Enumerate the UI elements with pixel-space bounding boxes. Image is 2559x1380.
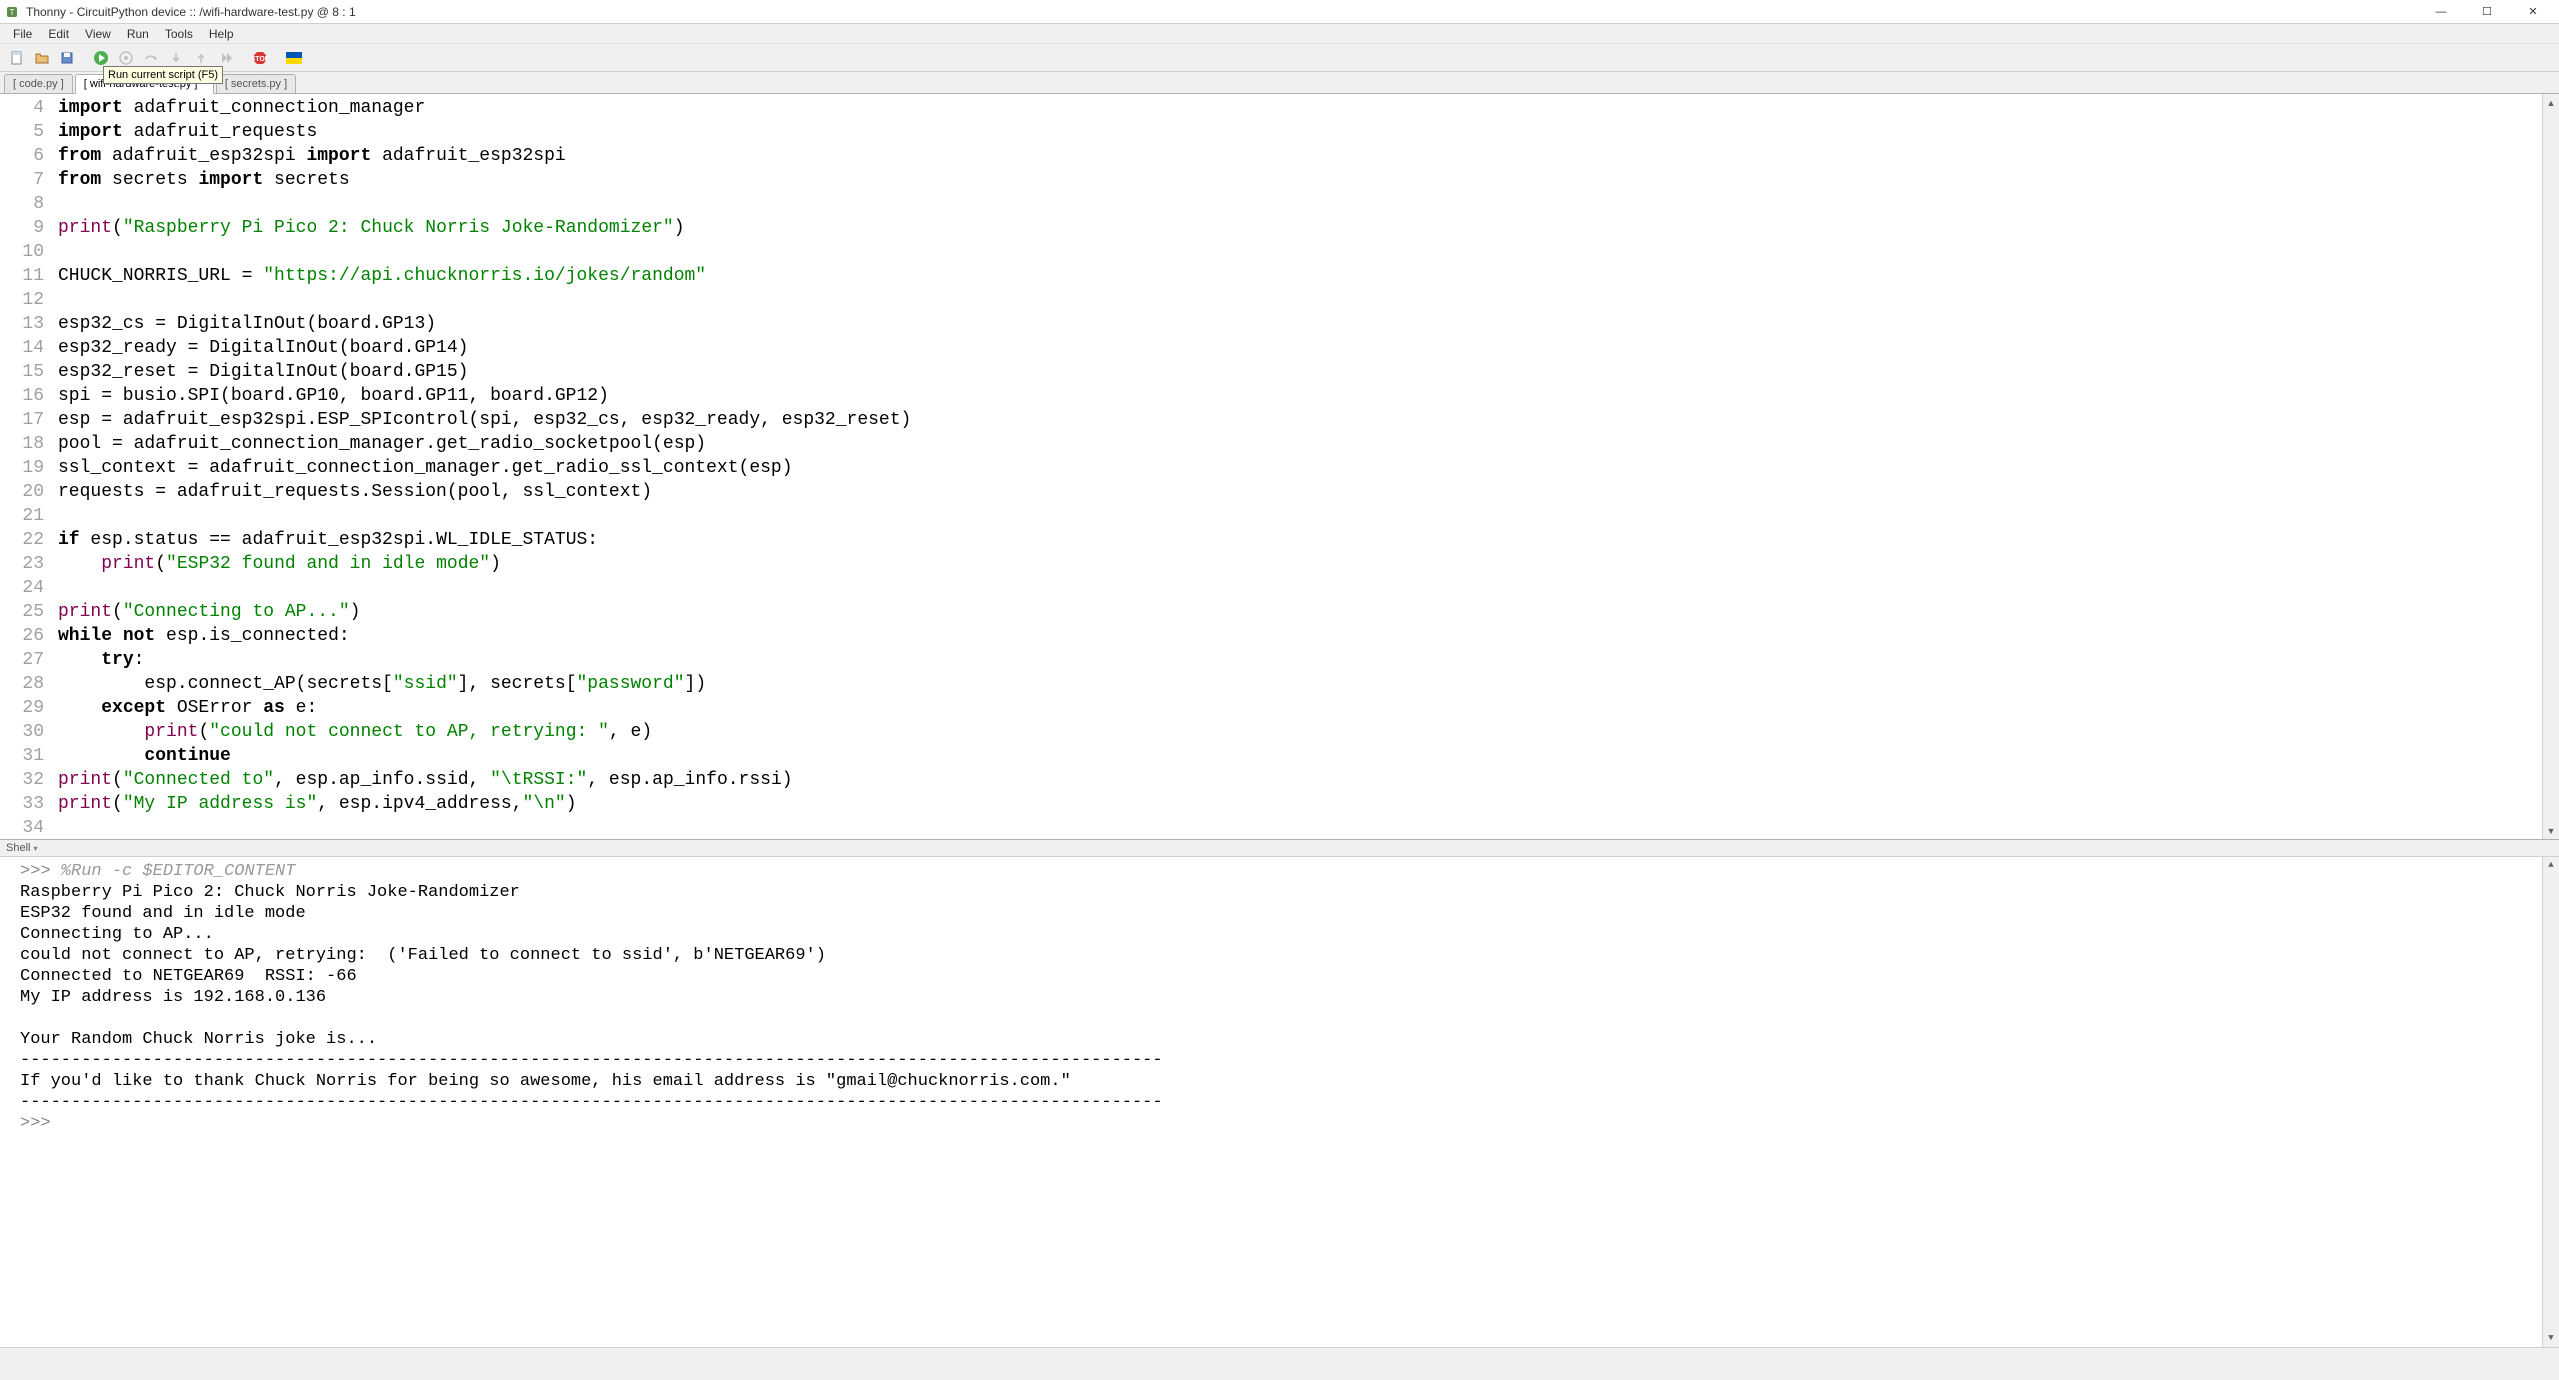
editor-scrollbar[interactable]: ▲ ▼ xyxy=(2542,94,2559,839)
statusbar xyxy=(0,1347,2559,1367)
new-file-button[interactable] xyxy=(6,47,28,69)
shell-dropdown-icon[interactable]: ▾ xyxy=(33,844,37,853)
tab-secrets-py[interactable]: [ secrets.py ] xyxy=(216,74,296,93)
menu-help[interactable]: Help xyxy=(202,25,241,43)
save-file-button[interactable] xyxy=(56,47,78,69)
editor-tabs: [ code.py ] [ wifi-hardware-test.py ] * … xyxy=(0,72,2559,94)
toolbar: STOP Run current script (F5) xyxy=(0,44,2559,72)
menu-edit[interactable]: Edit xyxy=(41,25,76,43)
svg-text:T: T xyxy=(10,8,15,17)
close-button[interactable]: ✕ xyxy=(2519,2,2547,22)
scroll-down-icon[interactable]: ▼ xyxy=(2543,1330,2559,1347)
stop-button[interactable]: STOP xyxy=(249,47,271,69)
open-file-button[interactable] xyxy=(31,47,53,69)
shell[interactable]: >>> %Run -c $EDITOR_CONTENTRaspberry Pi … xyxy=(0,857,2559,1347)
titlebar: T Thonny - CircuitPython device :: /wifi… xyxy=(0,0,2559,24)
app-icon: T xyxy=(4,4,20,20)
line-gutter: 4567891011121314151617181920212223242526… xyxy=(0,94,58,839)
minimize-button[interactable]: — xyxy=(2427,2,2455,22)
maximize-button[interactable]: ☐ xyxy=(2473,2,2501,22)
window-controls: — ☐ ✕ xyxy=(2427,2,2555,22)
menu-file[interactable]: File xyxy=(6,25,39,43)
code-content[interactable]: import adafruit_connection_managerimport… xyxy=(58,94,2542,839)
shell-scrollbar[interactable]: ▲ ▼ xyxy=(2542,857,2559,1347)
menubar: File Edit View Run Tools Help xyxy=(0,24,2559,44)
scroll-up-icon[interactable]: ▲ xyxy=(2543,94,2559,111)
shell-header[interactable]: Shell ▾ xyxy=(0,839,2559,857)
tab-code-py[interactable]: [ code.py ] xyxy=(4,74,73,93)
editor[interactable]: 4567891011121314151617181920212223242526… xyxy=(0,94,2559,839)
run-tooltip: Run current script (F5) xyxy=(103,66,223,84)
menu-tools[interactable]: Tools xyxy=(158,25,200,43)
support-ukraine-icon[interactable] xyxy=(283,47,305,69)
window-title: Thonny - CircuitPython device :: /wifi-h… xyxy=(26,5,2427,19)
scroll-up-icon[interactable]: ▲ xyxy=(2543,857,2559,874)
shell-content[interactable]: >>> %Run -c $EDITOR_CONTENTRaspberry Pi … xyxy=(0,857,2542,1347)
svg-text:STOP: STOP xyxy=(252,56,268,63)
shell-label: Shell xyxy=(6,842,30,854)
menu-view[interactable]: View xyxy=(78,25,118,43)
scroll-down-icon[interactable]: ▼ xyxy=(2543,822,2559,839)
menu-run[interactable]: Run xyxy=(120,25,156,43)
